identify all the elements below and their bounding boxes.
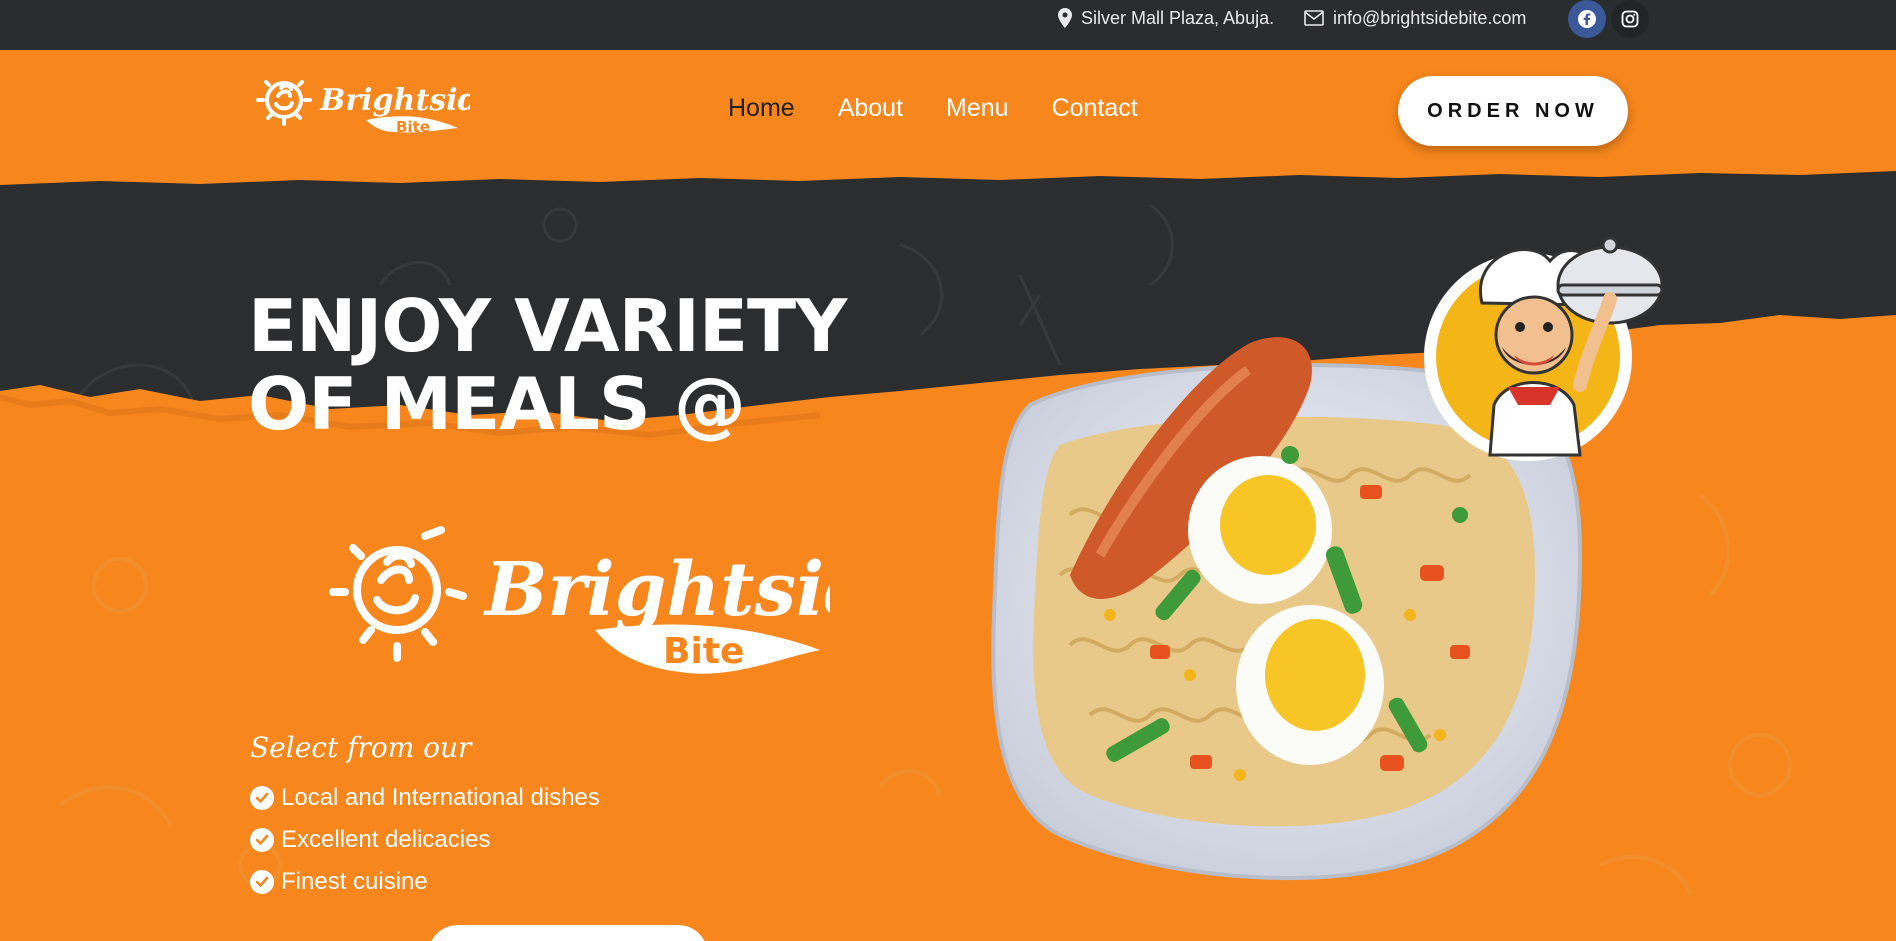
brand-tagline-small: Bite: [396, 118, 430, 136]
feature-item: Local and International dishes: [250, 777, 600, 819]
instagram-icon: [1621, 10, 1639, 28]
feature-item: Excellent delicacies: [250, 819, 600, 861]
mail-icon: [1304, 10, 1324, 26]
hero-section: ENJOY VARIETY OF MEALS @ Brightside Bite…: [0, 165, 1896, 941]
nav-home[interactable]: Home: [728, 94, 795, 123]
map-pin-icon: [1058, 8, 1072, 28]
location-info: Silver Mall Plaza, Abuja.: [1058, 0, 1274, 36]
nav-about[interactable]: About: [838, 94, 903, 123]
headline-line-2: OF MEALS @: [248, 362, 746, 446]
facebook-button[interactable]: [1568, 0, 1606, 38]
order-now-button[interactable]: ORDER NOW: [1398, 76, 1628, 146]
chef-mascot-image: [1424, 236, 1664, 461]
check-circle-icon: [250, 828, 274, 852]
feature-item: Finest cuisine: [250, 861, 600, 903]
nav-contact[interactable]: Contact: [1052, 94, 1138, 123]
features-list: Local and International dishes Excellent…: [250, 777, 600, 903]
location-text: Silver Mall Plaza, Abuja.: [1081, 7, 1275, 28]
facebook-icon: [1578, 10, 1596, 28]
feature-text: Finest cuisine: [281, 868, 428, 895]
feature-text: Excellent delicacies: [281, 826, 491, 853]
check-circle-icon: [250, 786, 274, 810]
brand-logo[interactable]: Brightside Bite: [254, 66, 470, 152]
feature-text: Local and International dishes: [281, 784, 600, 811]
brand-tagline-large: Bite: [663, 631, 744, 672]
brand-name-small: Brightside: [319, 83, 470, 118]
instagram-button[interactable]: [1611, 0, 1649, 38]
check-circle-icon: [250, 870, 274, 894]
email-link[interactable]: info@brightsidebite.com: [1333, 8, 1526, 29]
hero-brand-logo: Brightside Bite: [329, 526, 830, 674]
email-info[interactable]: info@brightsidebite.com: [1304, 0, 1526, 36]
headline-line-1: ENJOY VARIETY: [248, 284, 847, 368]
brand-name-large: Brightside: [483, 547, 830, 633]
hero-cta-button[interactable]: [428, 925, 708, 941]
hero-headline: ENJOY VARIETY OF MEALS @: [248, 284, 847, 446]
main-nav: Home About Menu Contact: [728, 94, 1138, 123]
sun-swirl-icon: [329, 526, 467, 662]
select-from-title: Select from our: [250, 731, 472, 764]
sun-swirl-icon: [256, 80, 312, 126]
top-bar: Silver Mall Plaza, Abuja. info@brightsid…: [0, 0, 1896, 50]
nav-menu[interactable]: Menu: [946, 94, 1009, 123]
